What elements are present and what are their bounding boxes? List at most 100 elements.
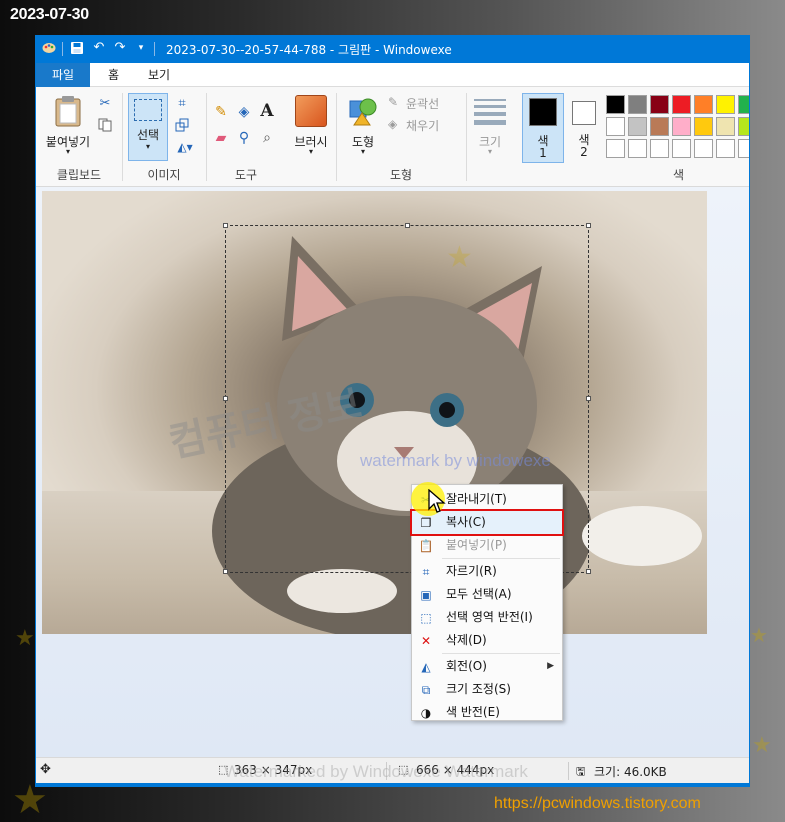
copy-icon[interactable] — [97, 117, 113, 133]
custom-color-swatch[interactable] — [694, 139, 713, 158]
selection-handle[interactable] — [405, 223, 410, 228]
rotate-icon[interactable]: ◭▾ — [174, 139, 196, 155]
resize-icon: ⧉ — [421, 683, 431, 697]
undo-icon[interactable]: ↶ — [92, 41, 106, 55]
group-label-colors: 색 — [672, 168, 685, 182]
file-size: 크기: 46.0KB — [594, 765, 667, 779]
menu-item-label: 자르기(R) — [446, 564, 497, 578]
palette-color-swatch[interactable] — [716, 117, 735, 136]
selection-handle[interactable] — [586, 396, 591, 401]
palette-color-swatch[interactable] — [650, 117, 669, 136]
palette-color-swatch[interactable] — [628, 117, 647, 136]
palette-color-swatch[interactable] — [606, 95, 625, 114]
palette-color-swatch[interactable] — [606, 117, 625, 136]
menu-item-rotate[interactable]: ◭ 회전(O) ▶ — [412, 655, 562, 678]
tab-view[interactable]: 보기 — [134, 63, 184, 87]
rotate-icon: ◭ — [421, 660, 431, 674]
resize-icon[interactable] — [174, 117, 190, 133]
menu-item-delete[interactable]: ✕ 삭제(D) — [412, 629, 562, 652]
source-url: https://pcwindows.tistory.com — [494, 795, 701, 812]
fill-bucket-icon[interactable]: ◈ — [235, 103, 253, 121]
crop-icon[interactable]: ⌗ — [174, 95, 190, 111]
menu-item-paste: 📋 붙여넣기(P) — [412, 534, 562, 557]
custom-color-swatch[interactable] — [672, 139, 691, 158]
palette-color-swatch[interactable] — [716, 95, 735, 114]
window-title: 2023-07-30--20-57-44-788 - 그림판 - Windowe… — [166, 43, 452, 57]
palette-color-swatch[interactable] — [738, 117, 749, 136]
selection-handle[interactable] — [586, 569, 591, 574]
shapes-button[interactable]: 도형 ▾ — [342, 89, 384, 163]
star-decoration: ★ — [446, 240, 473, 275]
disk-icon: 🖫 — [576, 765, 586, 778]
ribbon: 붙여넣기 ▾ ✂ 클립보드 선택 ▾ ⌗ ◭▾ 이미지 ✎ ◈ A ▰ ⚲ ⌕ … — [36, 87, 749, 187]
color2-button[interactable]: 색 2 — [566, 93, 602, 163]
paint-app-icon — [42, 41, 56, 55]
chevron-down-icon: ▾ — [65, 147, 70, 156]
select-icon — [134, 99, 162, 121]
menu-item-crop[interactable]: ⌗ 자르기(R) — [412, 560, 562, 583]
select-all-icon: ▣ — [420, 588, 432, 602]
menu-item-resize[interactable]: ⧉ 크기 조정(S) — [412, 678, 562, 701]
star-decoration: ★ — [752, 733, 772, 758]
selection-handle[interactable] — [223, 569, 228, 574]
color2-label-b: 2 — [580, 145, 588, 159]
crop-icon: ⌗ — [422, 565, 430, 579]
move-cursor-icon: ✥ — [40, 762, 51, 777]
custom-color-swatch[interactable] — [606, 139, 625, 158]
ribbon-tabs: 파일 홈 보기 — [36, 63, 749, 87]
custom-color-swatch[interactable] — [628, 139, 647, 158]
chevron-down-icon: ▾ — [145, 142, 150, 151]
custom-color-swatch[interactable] — [716, 139, 735, 158]
menu-item-select-all[interactable]: ▣ 모두 선택(A) — [412, 583, 562, 606]
selection-handle[interactable] — [223, 396, 228, 401]
menu-item-invert-selection[interactable]: ⬚ 선택 영역 반전(I) — [412, 606, 562, 629]
cut-icon[interactable]: ✂ — [97, 95, 113, 111]
custom-color-swatch[interactable] — [650, 139, 669, 158]
paste-button[interactable]: 붙여넣기 ▾ — [40, 89, 96, 163]
text-tool-icon[interactable]: A — [258, 101, 276, 121]
palette-color-swatch[interactable] — [694, 117, 713, 136]
palette-color-swatch[interactable] — [672, 95, 691, 114]
canvas-area: 컴퓨터 정보 watermark by windowexe ★ ★ ★ ✂잘라내… — [36, 187, 749, 786]
select-button[interactable]: 선택 ▾ — [128, 93, 168, 161]
save-icon[interactable] — [70, 41, 84, 55]
menu-item-label: 크기 조정(S) — [446, 682, 511, 696]
color-palette — [606, 95, 749, 161]
brush-button[interactable]: 브러시 ▾ — [288, 89, 334, 163]
selection-handle[interactable] — [223, 223, 228, 228]
chevron-down-icon: ▾ — [360, 147, 365, 156]
fill-dropdown[interactable]: ◈ 채우기 — [388, 117, 458, 133]
redo-icon[interactable]: ↷ — [113, 41, 127, 55]
color1-button[interactable]: 색 1 — [522, 93, 564, 163]
group-label-image: 이미지 — [147, 168, 181, 182]
tab-file[interactable]: 파일 — [36, 63, 90, 87]
color1-label-b: 1 — [539, 146, 547, 160]
color1-swatch — [529, 98, 557, 126]
customize-quick-access-icon[interactable]: ▾ — [134, 41, 148, 55]
invert-selection-icon: ⬚ — [420, 611, 432, 625]
menu-item-label: 복사(C) — [446, 515, 486, 529]
eraser-icon[interactable]: ▰ — [212, 129, 230, 147]
palette-color-swatch[interactable] — [628, 95, 647, 114]
star-decoration: ★ — [15, 626, 35, 651]
palette-color-swatch[interactable] — [650, 95, 669, 114]
outline-dropdown[interactable]: ✎ 윤곽선 — [388, 95, 458, 111]
brush-icon — [295, 95, 327, 127]
group-label-tools: 도구 — [234, 168, 258, 182]
palette-color-swatch[interactable] — [738, 95, 749, 114]
color-picker-icon[interactable]: ⚲ — [235, 129, 253, 147]
pencil-icon[interactable]: ✎ — [212, 103, 230, 121]
star-decoration: ★ — [750, 623, 768, 647]
magnifier-icon[interactable]: ⌕ — [258, 129, 276, 147]
size-button[interactable]: 크기 ▾ — [470, 93, 510, 163]
selection-handle[interactable] — [586, 223, 591, 228]
palette-color-swatch[interactable] — [672, 117, 691, 136]
menu-item-invert-color[interactable]: ◑ 색 반전(E) — [412, 701, 562, 724]
status-bar: ✥ ⬚ 363 × 347px ⬚ 666 × 444px 🖫 크기: 46.0… — [36, 757, 749, 783]
tab-home[interactable]: 홈 — [94, 63, 133, 87]
menu-item-label: 회전(O) — [446, 659, 487, 673]
custom-color-swatch[interactable] — [738, 139, 749, 158]
title-bar: ↶ ↷ ▾ 2023-07-30--20-57-44-788 - 그림판 - W… — [36, 36, 749, 63]
select-label: 선택 — [136, 128, 160, 142]
palette-color-swatch[interactable] — [694, 95, 713, 114]
